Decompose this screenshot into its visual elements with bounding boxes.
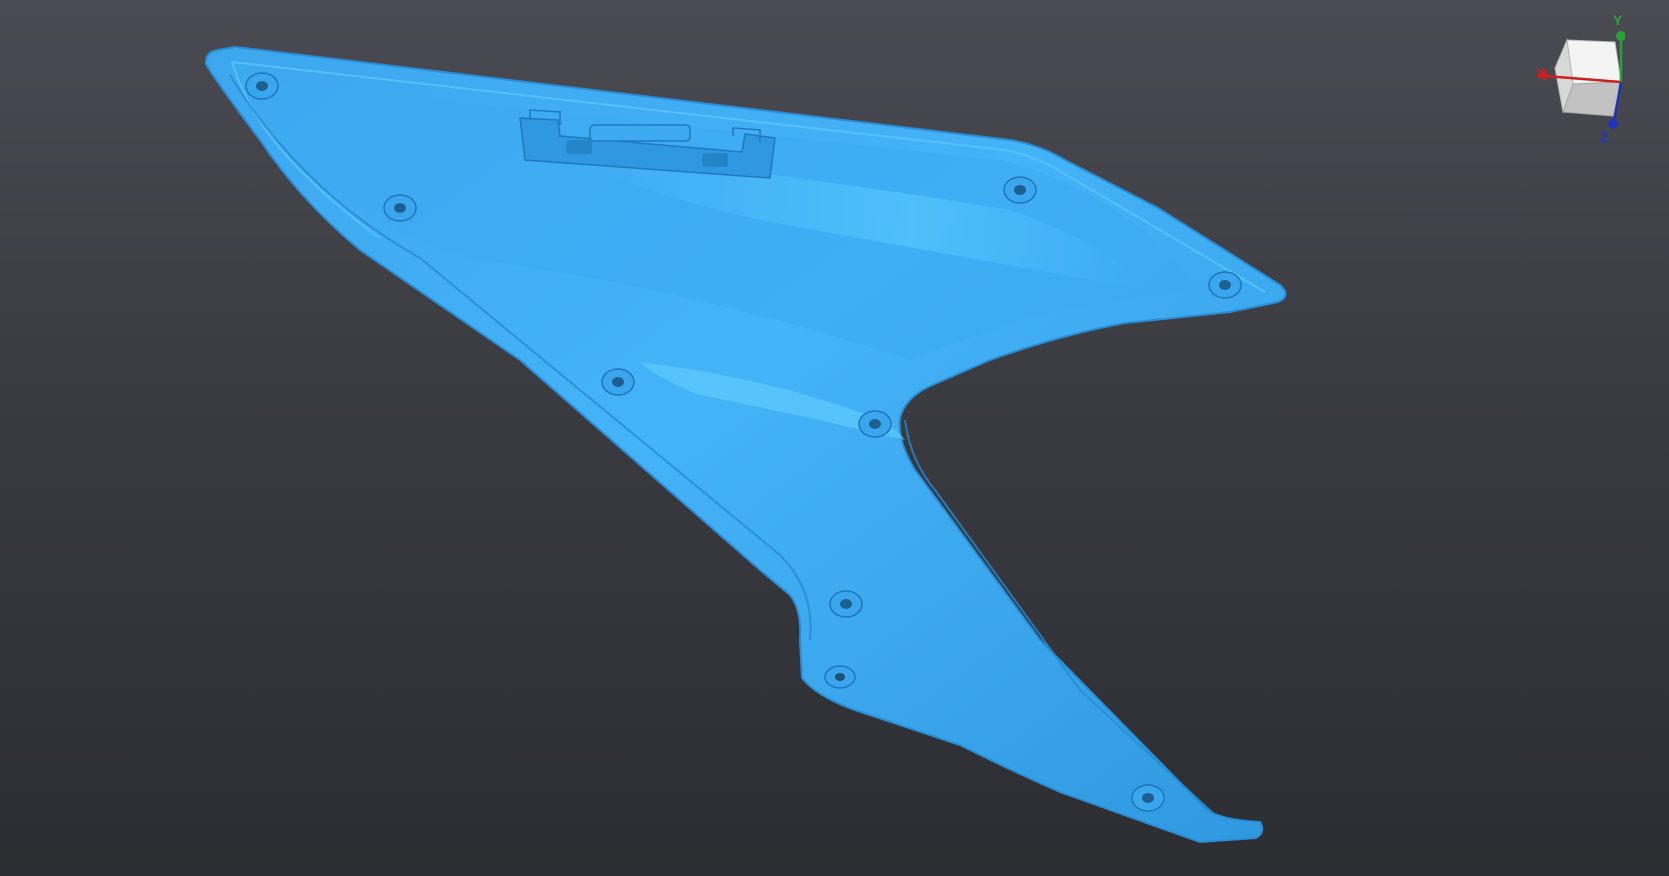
z-axis-label: Z bbox=[1600, 129, 1609, 145]
y-axis-label: Y bbox=[1613, 12, 1623, 28]
z-axis-dot bbox=[1608, 119, 1618, 129]
mount-boss bbox=[1208, 271, 1242, 299]
mount-boss bbox=[858, 410, 892, 438]
mount-boss bbox=[383, 194, 417, 222]
mount-hole bbox=[824, 665, 856, 689]
y-axis-dot bbox=[1616, 31, 1625, 41]
3d-viewport[interactable]: X Y Z bbox=[0, 0, 1669, 876]
x-axis-label: X bbox=[1536, 65, 1546, 81]
mount-boss bbox=[245, 72, 279, 100]
fairing-model[interactable] bbox=[0, 0, 1669, 876]
mount-boss bbox=[829, 590, 863, 618]
mount-boss bbox=[1003, 176, 1037, 204]
mount-boss bbox=[601, 368, 635, 396]
mount-boss bbox=[1131, 784, 1165, 812]
